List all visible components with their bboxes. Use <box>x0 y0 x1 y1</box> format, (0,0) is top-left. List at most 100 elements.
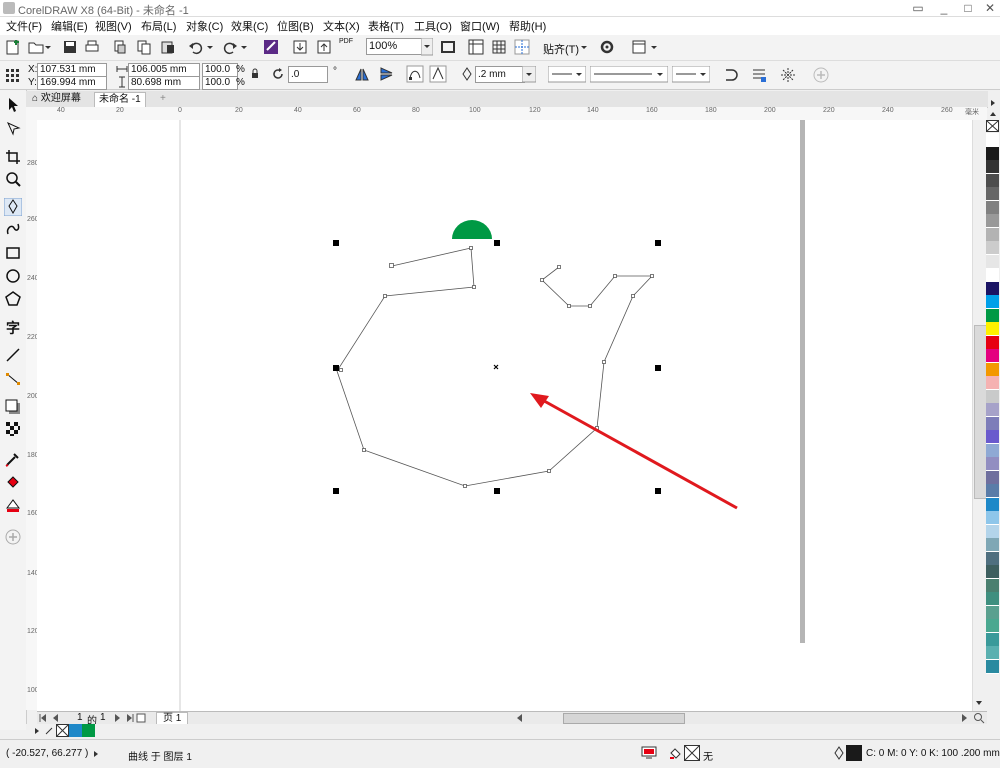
rectangle-tool-icon[interactable] <box>4 244 22 262</box>
menu-tools[interactable]: 工具(O) <box>414 18 452 34</box>
color-swatch[interactable] <box>986 349 999 363</box>
menu-view[interactable]: 视图(V) <box>95 18 132 34</box>
mirror-horizontal-icon[interactable] <box>354 66 370 82</box>
scroll-right-icon[interactable] <box>959 713 969 723</box>
snap-to-menu[interactable]: 贴齐(T) <box>543 41 579 57</box>
resize-handle[interactable] <box>333 488 339 494</box>
width-field[interactable]: 106.005 mm <box>128 63 200 77</box>
horizontal-ruler[interactable]: 40 20 0 20 40 60 80 100 120 140 160 180 … <box>37 107 987 121</box>
color-swatch[interactable] <box>986 146 999 161</box>
paste-icon[interactable] <box>159 38 177 56</box>
menu-help[interactable]: 帮助(H) <box>509 18 546 34</box>
add-page-icon[interactable] <box>136 713 146 723</box>
previous-page-icon[interactable] <box>51 713 61 723</box>
x-position-field[interactable]: 107.531 mm <box>37 63 107 77</box>
expand-status-icon[interactable] <box>92 750 100 758</box>
color-swatch[interactable] <box>986 295 999 309</box>
resize-handle[interactable] <box>655 365 661 371</box>
rotation-field[interactable]: .0 <box>288 66 328 83</box>
print-icon[interactable] <box>83 38 101 56</box>
curve-node[interactable] <box>389 263 394 268</box>
maximize-button[interactable]: □ <box>956 0 980 16</box>
show-guidelines-icon[interactable] <box>513 38 531 56</box>
ellipse-tool-icon[interactable] <box>4 267 22 285</box>
lock-ratio-icon[interactable] <box>250 68 260 80</box>
color-swatch[interactable] <box>986 200 999 215</box>
minimize-button[interactable]: _ <box>932 0 956 16</box>
object-origin-icon[interactable] <box>4 67 20 83</box>
vertical-scrollbar[interactable] <box>972 120 987 711</box>
pen-tool-icon[interactable] <box>4 198 22 216</box>
center-marker-icon[interactable] <box>493 364 499 370</box>
height-field[interactable]: 80.698 mm <box>128 76 200 90</box>
green-semicircle[interactable] <box>452 220 492 239</box>
start-arrowhead-select[interactable] <box>548 66 586 83</box>
color-swatch[interactable] <box>986 524 999 539</box>
curve-node[interactable] <box>362 448 366 452</box>
next-page-icon[interactable] <box>112 713 122 723</box>
eyedropper-small-icon[interactable] <box>44 726 54 736</box>
chevron-down-icon[interactable] <box>421 38 433 56</box>
connector-tool-icon[interactable] <box>4 370 22 388</box>
resize-handle[interactable] <box>655 240 661 246</box>
import-icon[interactable] <box>291 38 309 56</box>
curve-node[interactable] <box>650 274 654 278</box>
resize-handle[interactable] <box>333 365 339 371</box>
menu-table[interactable]: 表格(T) <box>368 18 404 34</box>
color-swatch[interactable] <box>986 389 999 404</box>
curve-node[interactable] <box>463 484 467 488</box>
curve-node[interactable] <box>339 368 343 372</box>
show-rulers-icon[interactable] <box>467 38 485 56</box>
curve-node[interactable] <box>613 274 617 278</box>
scroll-down-icon[interactable] <box>973 697 985 709</box>
color-swatch[interactable] <box>986 254 999 269</box>
curve-node[interactable] <box>588 304 592 308</box>
full-screen-icon[interactable] <box>439 38 457 56</box>
chevron-down-icon[interactable] <box>580 38 588 56</box>
color-swatch[interactable] <box>986 173 999 188</box>
last-page-icon[interactable] <box>124 713 134 723</box>
color-swatch[interactable] <box>986 376 999 390</box>
color-swatch[interactable] <box>986 227 999 242</box>
color-swatch[interactable] <box>986 646 999 660</box>
color-swatch[interactable] <box>986 511 999 525</box>
color-swatch[interactable] <box>986 578 999 593</box>
color-swatch[interactable] <box>986 241 999 255</box>
color-swatch[interactable] <box>986 133 999 147</box>
menu-window[interactable]: 窗口(W) <box>460 18 500 34</box>
parallel-dimension-icon[interactable] <box>4 346 22 364</box>
wrap-text-icon[interactable] <box>750 66 768 84</box>
scale-y-field[interactable]: 100.0 <box>202 76 238 90</box>
open-folder-icon[interactable] <box>27 38 45 56</box>
color-swatch[interactable] <box>986 403 999 417</box>
eyedropper-icon[interactable] <box>4 450 22 468</box>
text-tool-icon[interactable]: 字 <box>4 318 22 336</box>
color-swatch[interactable] <box>986 484 999 498</box>
zoom-tool-icon[interactable] <box>4 170 22 188</box>
no-color-swatch[interactable] <box>56 724 69 737</box>
color-swatch[interactable] <box>986 659 999 674</box>
new-document-icon[interactable] <box>4 38 22 56</box>
menu-text[interactable]: 文本(X) <box>323 18 360 34</box>
close-curve-icon[interactable] <box>722 66 740 84</box>
crop-tool-icon[interactable] <box>4 148 22 166</box>
restore-panel-icon[interactable]: ▭ <box>906 0 930 16</box>
first-page-icon[interactable] <box>39 713 49 723</box>
menu-file[interactable]: 文件(F) <box>6 18 42 34</box>
search-content-icon[interactable] <box>262 38 280 56</box>
no-color-swatch[interactable] <box>986 120 1000 132</box>
interactive-fill-icon[interactable] <box>4 473 22 491</box>
color-swatch[interactable] <box>986 605 999 620</box>
publish-pdf-icon[interactable]: PDF <box>338 38 354 45</box>
application-launcher-icon[interactable] <box>630 38 648 56</box>
color-swatch[interactable] <box>986 281 999 296</box>
drop-shadow-icon[interactable] <box>4 398 22 416</box>
tab-welcome[interactable]: ⌂ 欢迎屏幕 <box>28 92 85 106</box>
save-icon[interactable] <box>61 38 79 56</box>
color-proofing-icon[interactable] <box>641 746 657 760</box>
curve-node[interactable] <box>383 294 387 298</box>
color-swatch[interactable] <box>986 538 999 552</box>
curve-node[interactable] <box>540 278 544 282</box>
fill-bucket-icon[interactable] <box>668 746 682 760</box>
transparency-icon[interactable] <box>4 420 22 438</box>
